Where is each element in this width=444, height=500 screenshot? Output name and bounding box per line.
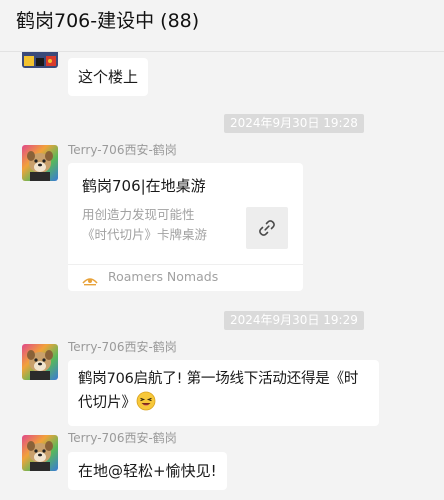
message-text: 在地@轻松+愉快见! — [78, 462, 217, 480]
avatar[interactable] — [22, 52, 58, 68]
avatar[interactable] — [22, 145, 58, 181]
link-icon — [259, 220, 275, 236]
card-description: 用创造力发现可能性 《时代切片》卡牌桌游 — [82, 205, 232, 245]
message-list[interactable]: 这个楼上 2024年9月30日 19:28 Terry-706西安-鹤岗 鹤岗7… — [0, 52, 444, 500]
sender-name: Terry-706西安-鹤岗 — [68, 143, 177, 157]
message-bubble[interactable]: 在地@轻松+愉快见! — [68, 452, 227, 490]
chat-title[interactable]: 鹤岗706-建设中 (88) — [16, 8, 199, 34]
sender-name: Terry-706西安-鹤岗 — [68, 431, 177, 445]
message-text-line: 代切片》 — [78, 395, 136, 411]
card-description-line: 用创造力发现可能性 — [82, 207, 195, 222]
dog-avatar-icon — [22, 145, 58, 181]
card-description-line: 《时代切片》卡牌桌游 — [82, 227, 208, 242]
card-title: 鹤岗706|在地桌游 — [82, 177, 206, 195]
message-text: 这个楼上 — [78, 68, 139, 86]
sender-name: Terry-706西安-鹤岗 — [68, 340, 177, 354]
chat-header: 鹤岗706-建设中 (88) — [0, 0, 444, 52]
card-divider — [68, 264, 303, 265]
card-thumbnail — [246, 207, 288, 249]
timestamp: 2024年9月30日 19:28 — [224, 114, 364, 133]
grinning-squinting-face-icon — [136, 391, 156, 419]
card-source-name: Roamers Nomads — [108, 269, 219, 284]
dog-avatar-icon — [22, 344, 58, 380]
message-text-line: 鹤岗706启航了! 第一场线下活动还得是《时 — [78, 371, 359, 387]
dog-avatar-icon — [22, 435, 58, 471]
source-logo-icon — [82, 271, 98, 290]
link-card[interactable]: 鹤岗706|在地桌游 用创造力发现可能性 《时代切片》卡牌桌游 Roamers … — [68, 163, 303, 291]
message-bubble[interactable]: 鹤岗706启航了! 第一场线下活动还得是《时 代切片》 — [68, 360, 379, 426]
message-bubble[interactable]: 这个楼上 — [68, 58, 149, 96]
avatar[interactable] — [22, 344, 58, 380]
avatar[interactable] — [22, 435, 58, 471]
timestamp: 2024年9月30日 19:29 — [224, 311, 364, 330]
